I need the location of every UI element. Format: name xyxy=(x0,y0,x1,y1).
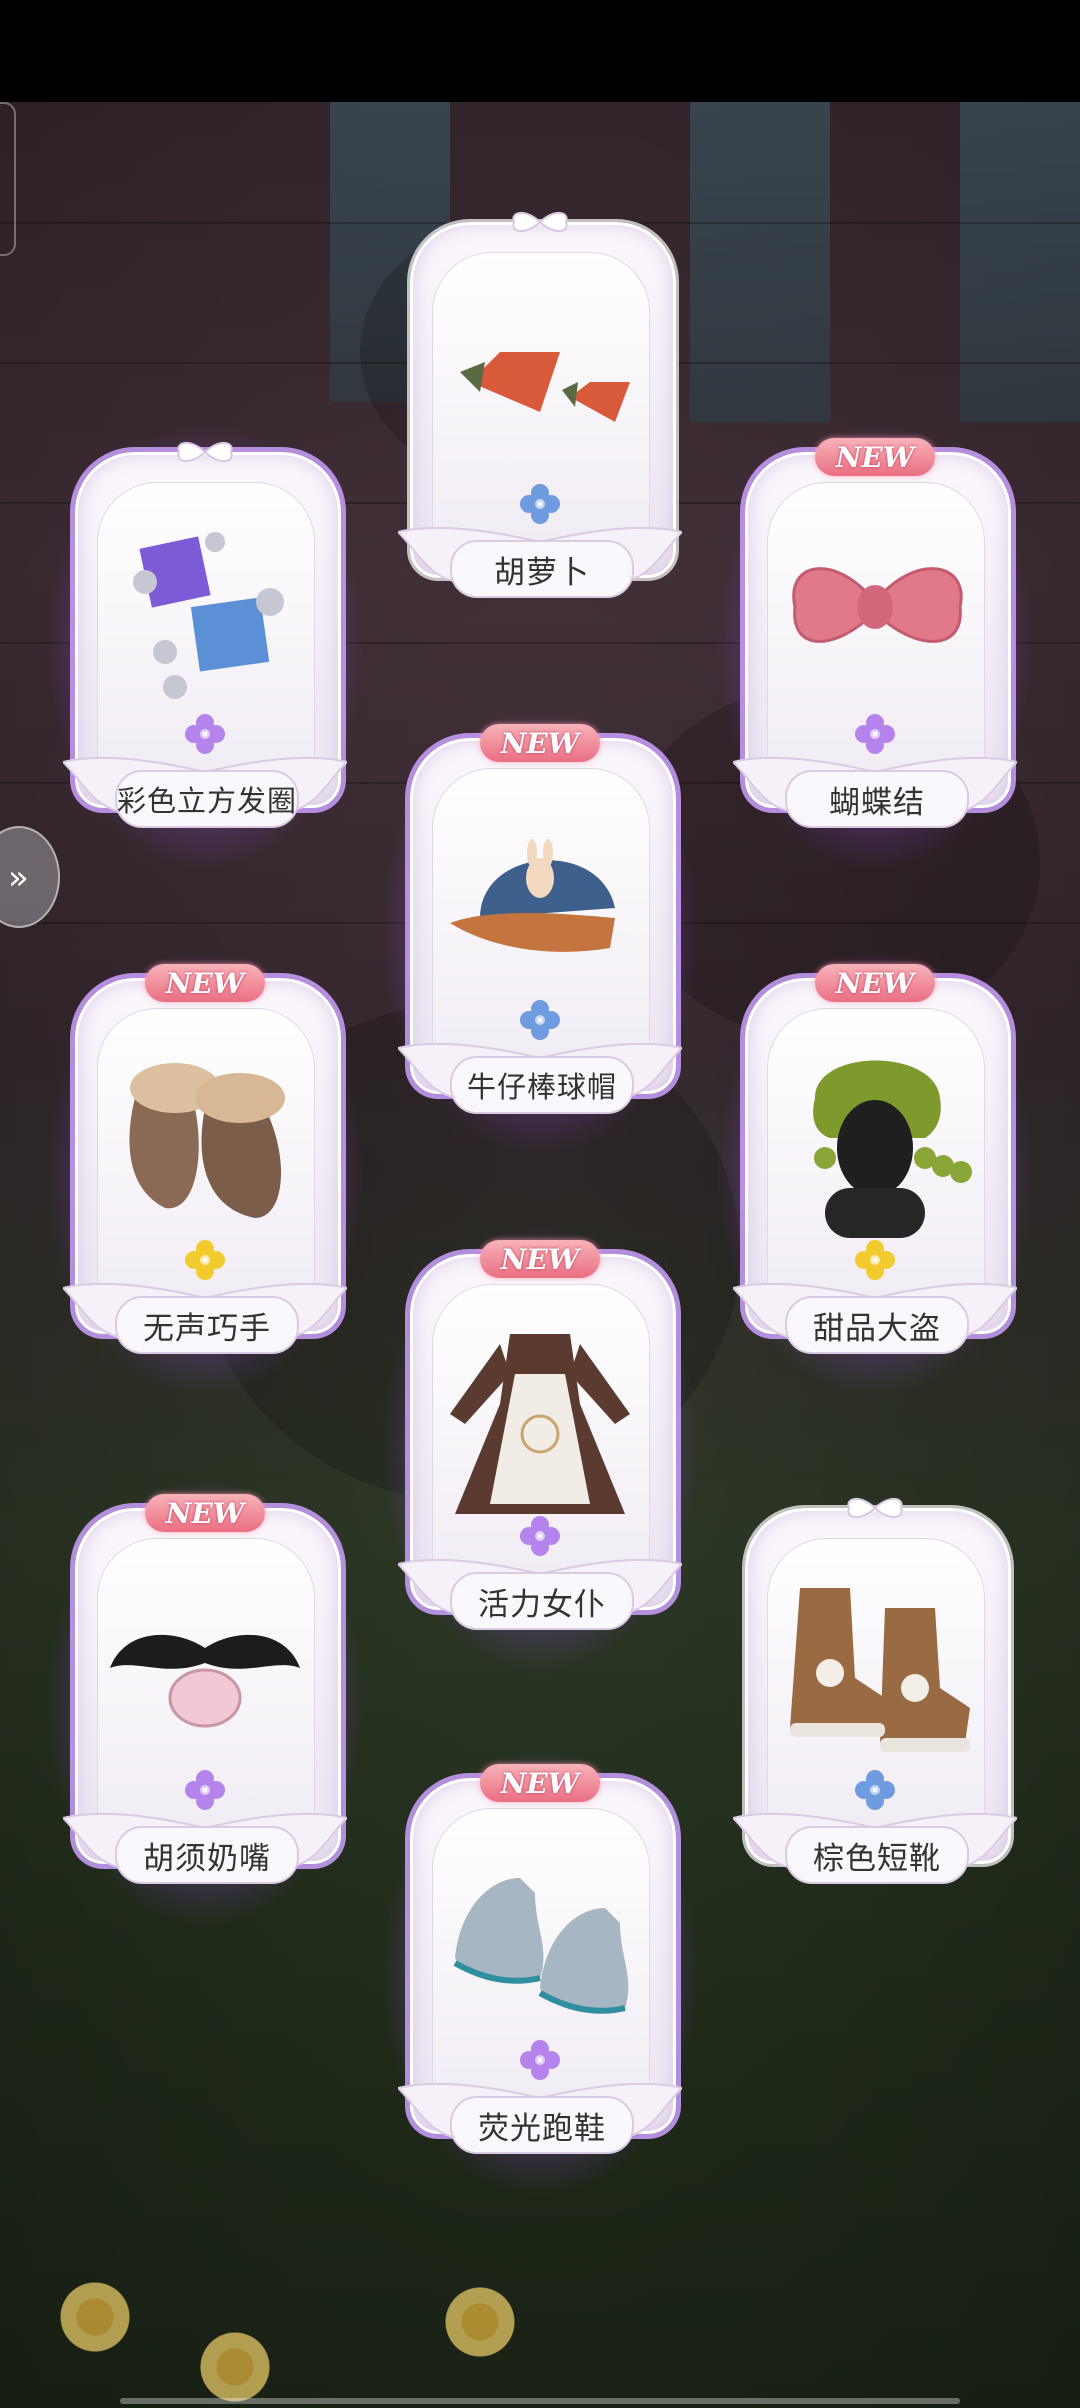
item-name-label: 甜品大盗 xyxy=(785,1296,969,1354)
reward-card-bow[interactable]: NEW 蝴蝶结 xyxy=(715,422,1035,872)
rarity-flower-icon xyxy=(185,1240,225,1280)
item-name-label: 蝴蝶结 xyxy=(785,770,969,828)
reward-card-denim-cap[interactable]: NEW 牛仔棒球帽 xyxy=(380,708,700,1158)
new-badge: NEW xyxy=(815,438,935,476)
pink-bow-icon xyxy=(792,567,963,643)
mustache-pacifier-icon xyxy=(110,1634,300,1728)
rarity-flower-icon xyxy=(185,714,225,754)
carrot-hairclip-icon xyxy=(460,352,630,422)
reward-card-mustache-pacifier[interactable]: NEW 胡须奶嘴 xyxy=(45,1478,365,1928)
item-name-label: 彩色立方发圈 xyxy=(115,770,299,828)
edge-handle[interactable] xyxy=(0,102,16,256)
item-name-label: 胡须奶嘴 xyxy=(115,1826,299,1884)
rarity-flower-icon xyxy=(855,1240,895,1280)
rarity-flower-icon xyxy=(185,1770,225,1810)
rarity-flower-icon xyxy=(520,1000,560,1040)
denim-cap-icon xyxy=(450,839,615,952)
ribbon-bow-icon xyxy=(177,441,233,463)
item-name-label: 牛仔棒球帽 xyxy=(450,1056,634,1114)
rarity-flower-icon xyxy=(855,1770,895,1810)
ribbon-bow-icon xyxy=(847,1497,903,1519)
item-name-label: 无声巧手 xyxy=(115,1296,299,1354)
reward-card-fur-gloves[interactable]: NEW 无声巧手 xyxy=(45,948,365,1398)
rarity-flower-icon xyxy=(520,1516,560,1556)
green-hair-icon xyxy=(813,1060,972,1238)
item-name-label: 活力女仆 xyxy=(450,1572,634,1630)
cube-hairtie-icon xyxy=(133,532,284,699)
item-name-label: 荧光跑鞋 xyxy=(450,2096,634,2154)
new-badge: NEW xyxy=(480,1240,600,1278)
rarity-flower-icon xyxy=(520,2040,560,2080)
new-badge: NEW xyxy=(815,964,935,1002)
glow-sneakers-icon xyxy=(453,1878,629,2014)
brown-boots-icon xyxy=(790,1588,970,1752)
new-badge: NEW xyxy=(480,1764,600,1802)
reward-card-cube-hairtie[interactable]: 彩色立方发圈 xyxy=(45,422,365,872)
reward-card-green-hair[interactable]: NEW 甜品大盗 xyxy=(715,948,1035,1398)
new-badge: NEW xyxy=(145,964,265,1002)
item-name-label: 胡萝卜 xyxy=(450,540,634,598)
reward-card-brown-boots[interactable]: 棕色短靴 xyxy=(733,1497,1017,1898)
status-bar xyxy=(0,0,1080,102)
reward-card-maid-dress[interactable]: NEW 活力女仆 xyxy=(380,1224,700,1674)
new-badge: NEW xyxy=(145,1494,265,1532)
item-name-label: 棕色短靴 xyxy=(785,1826,969,1884)
rarity-flower-icon xyxy=(855,714,895,754)
home-indicator xyxy=(120,2398,960,2404)
reward-card-glow-sneakers[interactable]: NEW 荧光跑鞋 xyxy=(380,1748,700,2198)
reward-card-carrot[interactable]: 胡萝卜 xyxy=(398,211,682,612)
fur-gloves-icon xyxy=(129,1063,285,1218)
new-badge: NEW xyxy=(480,724,600,762)
maid-dress-icon xyxy=(450,1334,630,1514)
double-chevron-right-icon: » xyxy=(8,858,29,898)
ribbon-bow-icon xyxy=(512,211,568,233)
rarity-flower-icon xyxy=(520,484,560,524)
